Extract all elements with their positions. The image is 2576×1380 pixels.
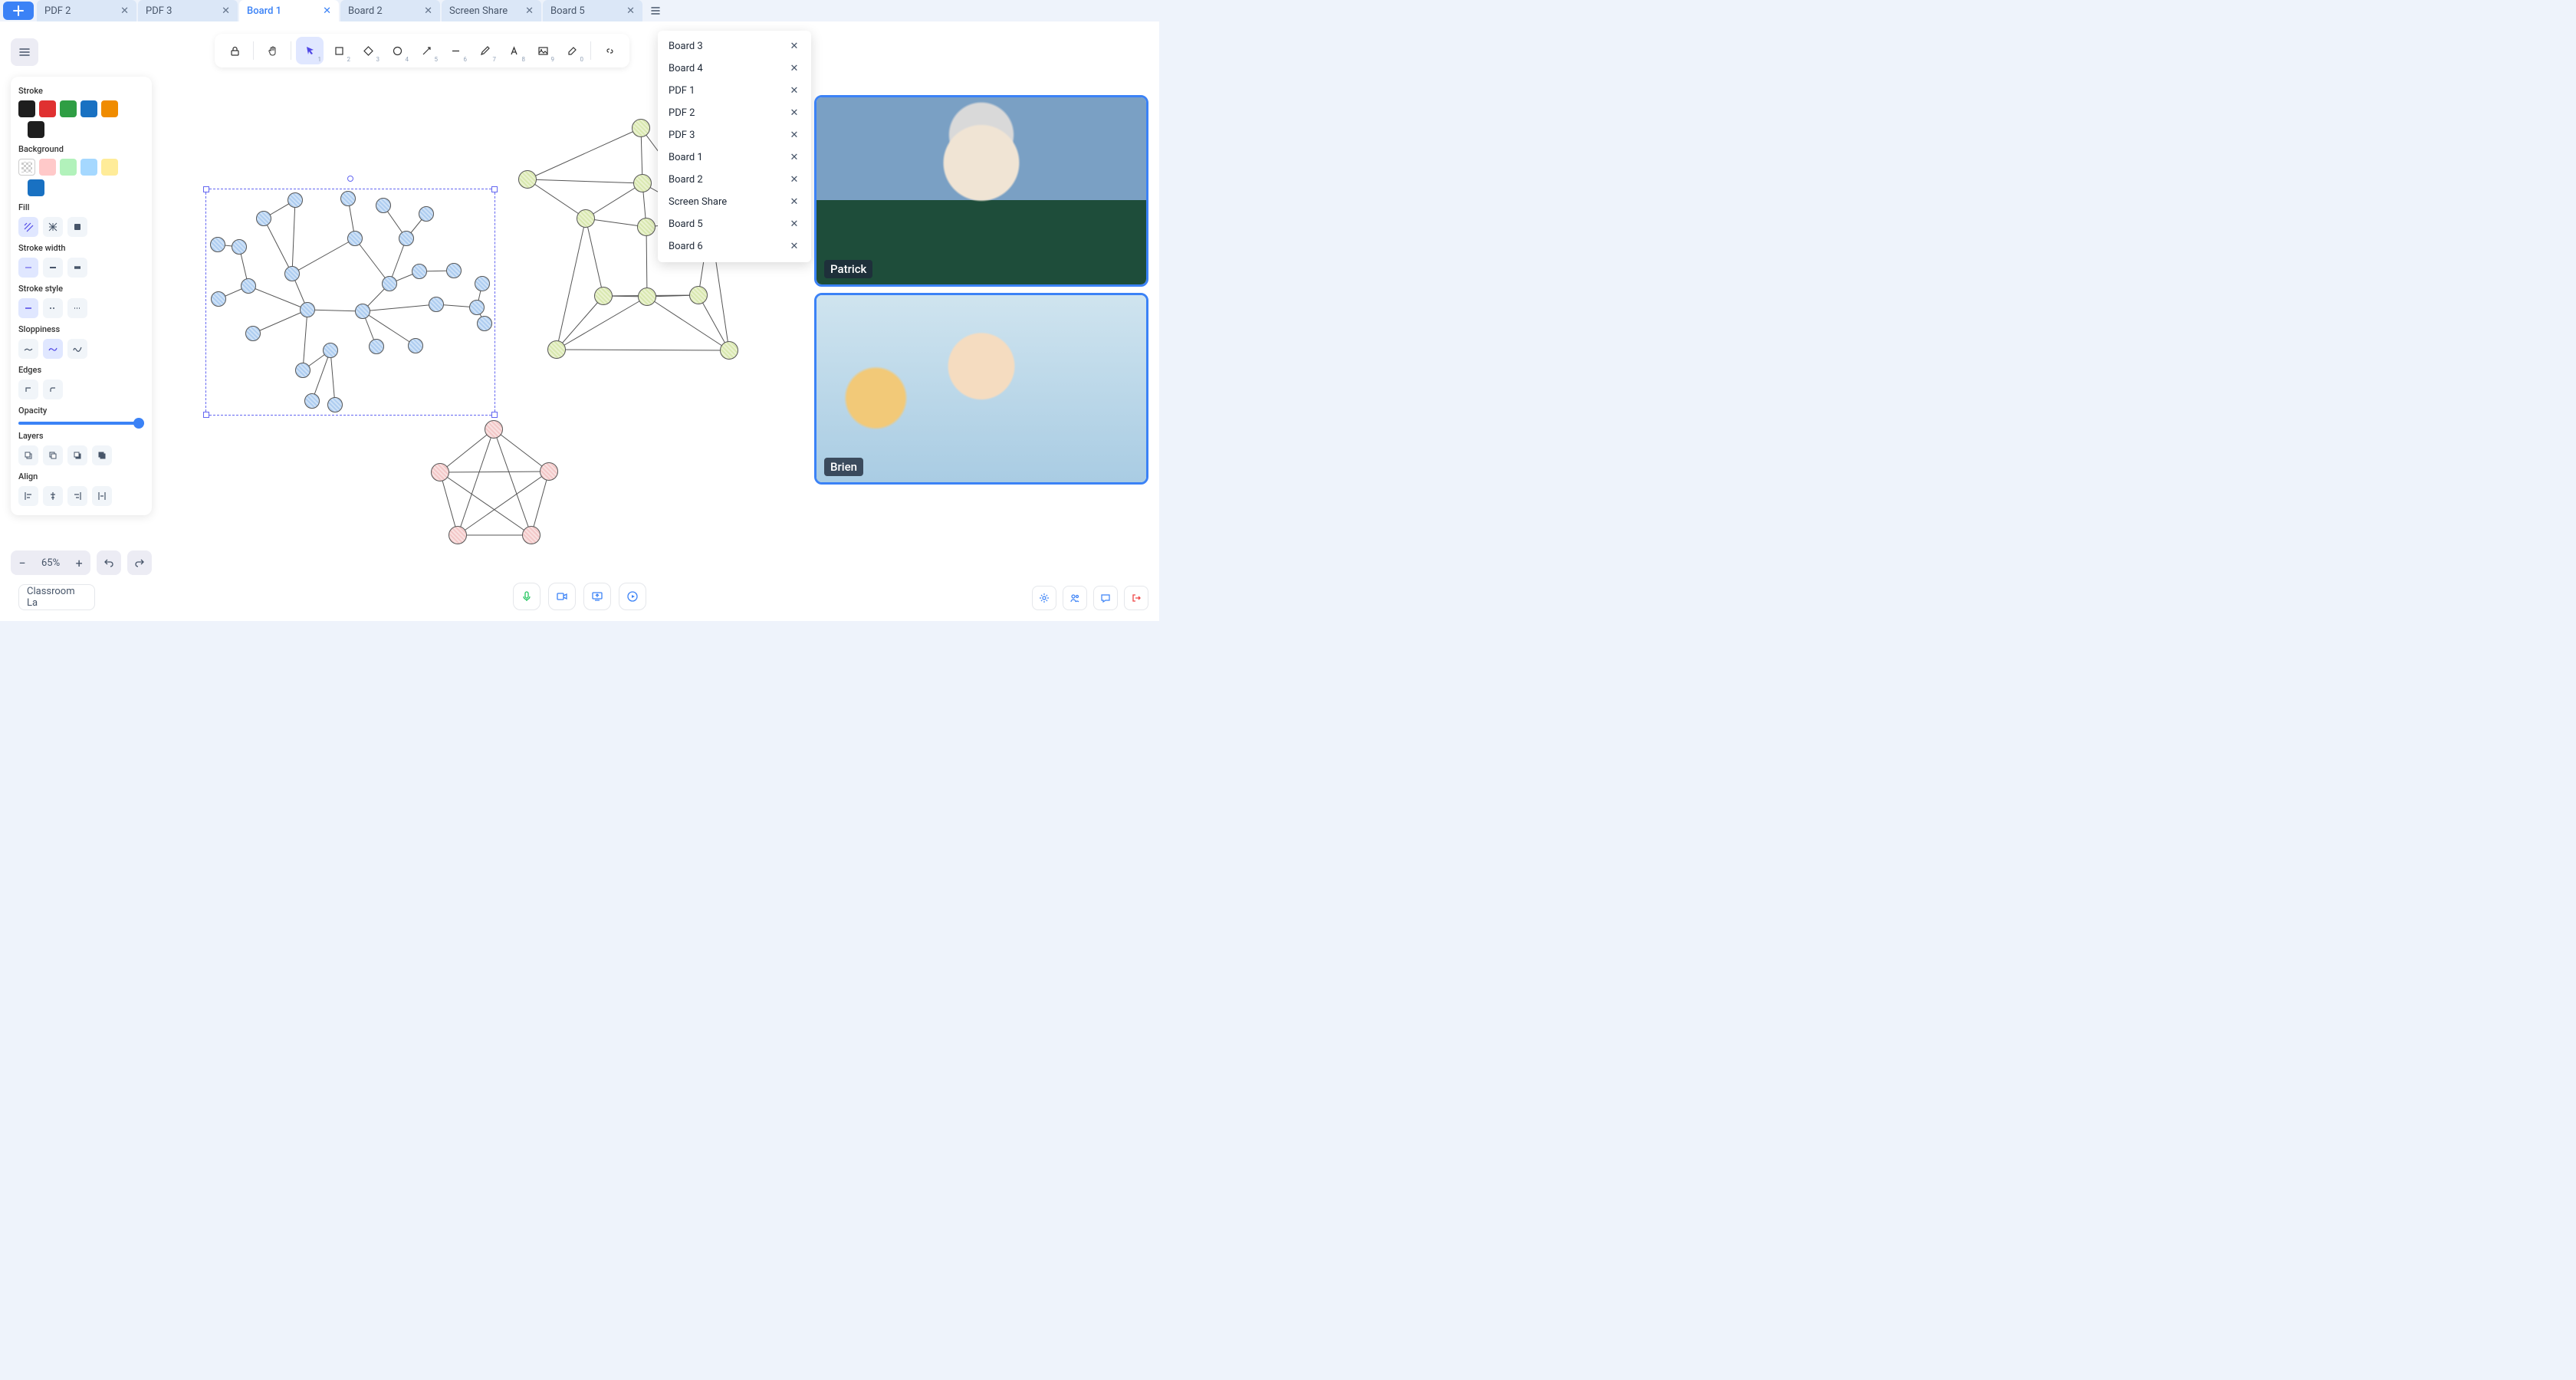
dropdown-item-label: Board 4 xyxy=(669,63,703,74)
resize-handle-ne[interactable] xyxy=(491,186,498,192)
close-icon[interactable]: ✕ xyxy=(788,41,800,52)
dropdown-item[interactable]: PDF 1 ✕ xyxy=(658,80,811,102)
graph-node[interactable] xyxy=(431,463,449,481)
video-feed xyxy=(816,295,1146,482)
close-icon[interactable]: ✕ xyxy=(788,241,800,252)
close-icon[interactable]: ✕ xyxy=(788,152,800,163)
graph-node[interactable] xyxy=(633,174,652,192)
close-icon[interactable]: ✕ xyxy=(788,196,800,208)
graph-node[interactable] xyxy=(485,420,503,439)
video-feed xyxy=(816,97,1146,284)
close-icon[interactable]: ✕ xyxy=(788,63,800,74)
chat-button[interactable] xyxy=(1093,586,1118,610)
settings-button[interactable] xyxy=(1032,586,1056,610)
rotate-handle[interactable] xyxy=(347,176,353,182)
graph-node[interactable] xyxy=(689,286,708,304)
close-icon[interactable]: ✕ xyxy=(788,85,800,97)
close-icon[interactable]: ✕ xyxy=(788,174,800,186)
call-controls xyxy=(513,583,646,610)
dropdown-item[interactable]: Screen Share ✕ xyxy=(658,191,811,213)
graph-node[interactable] xyxy=(577,209,595,228)
dropdown-item-label: Screen Share xyxy=(669,196,727,208)
tabs-dropdown: Board 3✕Board 4✕PDF 1✕PDF 2✕PDF 3✕Board … xyxy=(658,31,811,262)
dropdown-item-label: PDF 1 xyxy=(669,85,695,97)
graph-node[interactable] xyxy=(522,526,540,544)
graph-node[interactable] xyxy=(518,170,537,189)
dropdown-item[interactable]: Board 1 ✕ xyxy=(658,146,811,169)
dropdown-item-label: Board 3 xyxy=(669,41,703,52)
dropdown-item-label: Board 1 xyxy=(669,152,703,163)
selection-box[interactable] xyxy=(205,189,495,416)
video-tile-brien[interactable]: Brien xyxy=(814,293,1148,485)
close-icon[interactable]: ✕ xyxy=(788,219,800,230)
dropdown-item-label: PDF 3 xyxy=(669,130,695,141)
graph-node[interactable] xyxy=(638,288,656,306)
mic-button[interactable] xyxy=(513,583,540,610)
dropdown-item[interactable]: Board 3 ✕ xyxy=(658,35,811,58)
screenshare-button[interactable] xyxy=(583,583,611,610)
dropdown-item-label: Board 5 xyxy=(669,219,703,230)
graph-node[interactable] xyxy=(637,218,656,236)
dropdown-item[interactable]: Board 5 ✕ xyxy=(658,213,811,235)
video-name: Brien xyxy=(824,458,863,476)
dropdown-item[interactable]: PDF 2 ✕ xyxy=(658,102,811,124)
leave-button[interactable] xyxy=(1124,586,1148,610)
graph-node[interactable] xyxy=(547,340,566,359)
dropdown-item[interactable]: Board 2 ✕ xyxy=(658,169,811,191)
graph-node[interactable] xyxy=(720,341,738,360)
resize-handle-nw[interactable] xyxy=(203,186,209,192)
dropdown-item[interactable]: Board 4 ✕ xyxy=(658,58,811,80)
dropdown-item[interactable]: PDF 3 ✕ xyxy=(658,124,811,146)
participants-button[interactable] xyxy=(1063,586,1087,610)
resize-handle-se[interactable] xyxy=(491,412,498,418)
bottom-right-controls xyxy=(1032,586,1148,610)
video-tile-patrick[interactable]: Patrick xyxy=(814,95,1148,287)
graph-node[interactable] xyxy=(594,287,613,305)
dropdown-item-label: PDF 2 xyxy=(669,107,695,119)
dropdown-item-label: Board 6 xyxy=(669,241,703,252)
video-panel: Patrick Brien xyxy=(814,95,1148,485)
record-button[interactable] xyxy=(619,583,646,610)
graph-node[interactable] xyxy=(632,119,650,137)
close-icon[interactable]: ✕ xyxy=(788,107,800,119)
resize-handle-sw[interactable] xyxy=(203,412,209,418)
graph-node[interactable] xyxy=(449,526,467,544)
dropdown-item-label: Board 2 xyxy=(669,174,703,186)
camera-button[interactable] xyxy=(548,583,576,610)
dropdown-item[interactable]: Board 6 ✕ xyxy=(658,235,811,258)
graph-node[interactable] xyxy=(540,462,558,481)
close-icon[interactable]: ✕ xyxy=(788,130,800,141)
video-name: Patrick xyxy=(824,260,872,278)
